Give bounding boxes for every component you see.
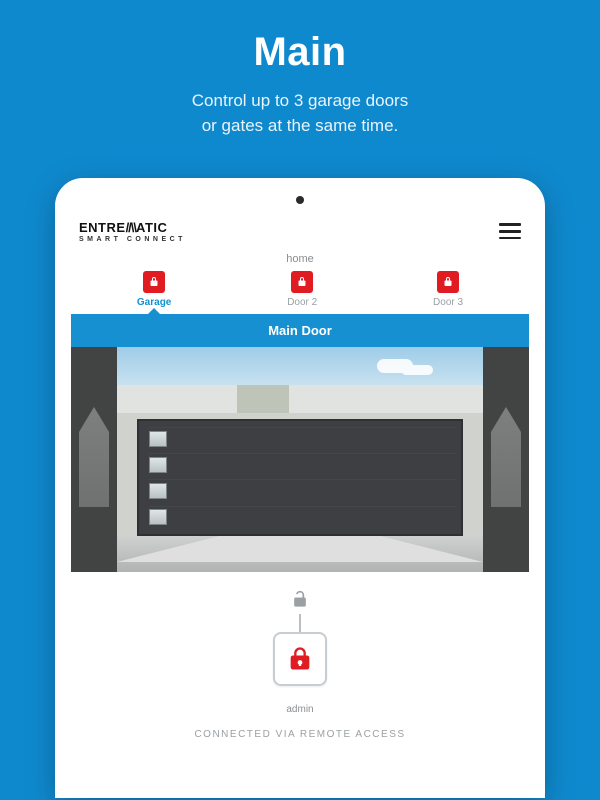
brand-tagline: SMART CONNECT (79, 236, 186, 243)
brand-logo: ENTRE//\\ATIC SMART CONNECT (79, 220, 186, 243)
lock-icon (143, 271, 165, 293)
next-door-overlay[interactable] (483, 347, 529, 572)
tab-label: Door 2 (287, 297, 317, 308)
house-icon (491, 407, 521, 507)
location-label: home (71, 253, 529, 265)
lock-icon (286, 645, 314, 673)
connection-status: CONNECTED VIA REMOTE ACCESS (194, 729, 405, 740)
slider-track (299, 614, 301, 632)
brand-prefix: ENTRE (79, 220, 126, 235)
app-header: ENTRE//\\ATIC SMART CONNECT (71, 214, 529, 253)
lock-icon (437, 271, 459, 293)
garage-window-icon (149, 509, 167, 525)
brand-slash: //\\ (126, 220, 136, 235)
tab-garage[interactable]: Garage (137, 271, 171, 314)
door-title-banner: Main Door (71, 314, 529, 347)
prev-door-overlay[interactable] (71, 347, 117, 572)
hero-title: Main (253, 30, 346, 75)
garage-door (137, 419, 463, 536)
garage-window-icon (149, 457, 167, 473)
lock-toggle-button[interactable] (273, 632, 327, 686)
user-label: admin (286, 704, 313, 715)
tab-label: Door 3 (433, 297, 463, 308)
app-screen: ENTRE//\\ATIC SMART CONNECT home Garage (71, 214, 529, 798)
tablet-camera-icon (296, 196, 304, 204)
garage-camera-view[interactable] (71, 347, 529, 572)
lock-control-zone: admin CONNECTED VIA REMOTE ACCESS (71, 572, 529, 748)
garage-window-icon (149, 483, 167, 499)
vent-icon (237, 385, 289, 413)
tab-label: Garage (137, 297, 171, 308)
unlock-open-icon (290, 590, 310, 610)
building-upper-wall (117, 385, 483, 413)
brand-suffix: ATIC (136, 220, 167, 235)
hero-subtitle: Control up to 3 garage doors or gates at… (192, 89, 408, 138)
brand-wordmark: ENTRE//\\ATIC (79, 220, 186, 235)
garage-window-icon (149, 431, 167, 447)
promo-page: Main Control up to 3 garage doors or gat… (0, 0, 600, 800)
cloud-icon (377, 359, 413, 373)
door-tabs: Garage Door 2 Door 3 (71, 271, 529, 314)
tablet-frame: ENTRE//\\ATIC SMART CONNECT home Garage (55, 178, 545, 798)
tab-door-2[interactable]: Door 2 (287, 271, 317, 314)
driveway (117, 536, 483, 572)
lock-icon (291, 271, 313, 293)
house-icon (79, 407, 109, 507)
tab-door-3[interactable]: Door 3 (433, 271, 463, 314)
menu-icon[interactable] (499, 223, 521, 239)
